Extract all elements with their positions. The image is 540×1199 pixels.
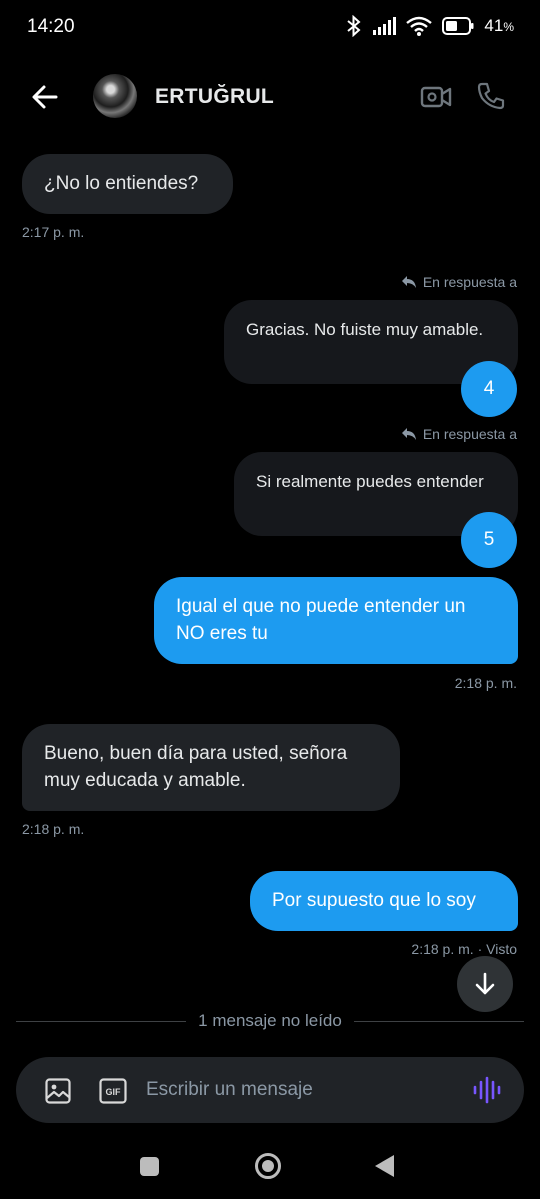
status-time: 14:20 — [27, 16, 75, 37]
reply-indicator: En respuesta a — [401, 426, 517, 442]
back-button[interactable] — [28, 80, 62, 114]
avatar[interactable] — [93, 74, 137, 118]
conversation-header: ERTUĞRUL — [0, 64, 540, 130]
arrow-down-icon — [475, 972, 495, 995]
divider-line — [16, 1020, 187, 1022]
message-bubble-outgoing[interactable]: Por supuesto que lo soy — [250, 871, 518, 931]
gif-label: GIF — [106, 1087, 122, 1097]
message-bubble-incoming[interactable]: ¿No lo entiendes? — [22, 154, 233, 214]
video-call-button[interactable] — [420, 82, 452, 112]
voice-message-button[interactable] — [472, 1076, 502, 1104]
add-gif-button[interactable]: GIF — [99, 1078, 127, 1104]
reply-arrow-icon — [401, 276, 416, 288]
divider-line — [353, 1020, 524, 1022]
message-timestamp: 2:18 p. m. — [22, 821, 85, 837]
reply-label: En respuesta a — [422, 274, 517, 290]
battery-percentage: 41% — [484, 16, 514, 35]
system-back-button[interactable] — [375, 1155, 394, 1177]
status-icons: 41% — [346, 15, 514, 37]
voice-waveform-icon — [473, 1076, 501, 1104]
status-bar: 14:20 41% — [0, 0, 540, 56]
add-image-button[interactable] — [44, 1077, 72, 1105]
bluetooth-icon — [347, 15, 361, 37]
reaction-badge[interactable]: 5 — [461, 512, 517, 568]
unread-label: 1 mensaje no leído — [198, 1011, 342, 1030]
message-timestamp: 2:17 p. m. — [22, 224, 85, 240]
recent-apps-button[interactable] — [140, 1157, 159, 1176]
phone-icon — [477, 82, 505, 110]
contact-name[interactable]: ERTUĞRUL — [155, 85, 274, 109]
message-bubble-outgoing[interactable]: Igual el que no puede entender un NO ere… — [154, 577, 518, 664]
system-navigation-bar — [0, 1140, 540, 1199]
message-input[interactable] — [146, 1071, 456, 1109]
image-icon — [45, 1078, 71, 1104]
reply-label: En respuesta a — [422, 426, 517, 442]
battery-icon — [442, 17, 474, 35]
message-timestamp-seen: 2:18 p. m. · Visto — [411, 941, 517, 957]
video-camera-icon — [420, 86, 452, 108]
scroll-to-bottom-button[interactable] — [457, 956, 513, 1012]
signal-icon — [373, 17, 397, 35]
gif-icon: GIF — [99, 1078, 127, 1104]
reaction-badge[interactable]: 4 — [461, 361, 517, 417]
reply-indicator: En respuesta a — [401, 274, 517, 290]
unread-divider: 1 mensaje no leído — [16, 1008, 524, 1034]
message-composer: GIF — [16, 1057, 524, 1123]
wifi-icon — [406, 16, 433, 36]
message-timestamp: 2:18 p. m. — [454, 675, 517, 691]
home-button[interactable] — [255, 1153, 281, 1179]
message-bubble-incoming[interactable]: Bueno, buen día para usted, señora muy e… — [22, 724, 400, 811]
arrow-left-icon — [32, 85, 58, 109]
reply-arrow-icon — [401, 428, 416, 440]
phone-call-button[interactable] — [476, 81, 506, 111]
